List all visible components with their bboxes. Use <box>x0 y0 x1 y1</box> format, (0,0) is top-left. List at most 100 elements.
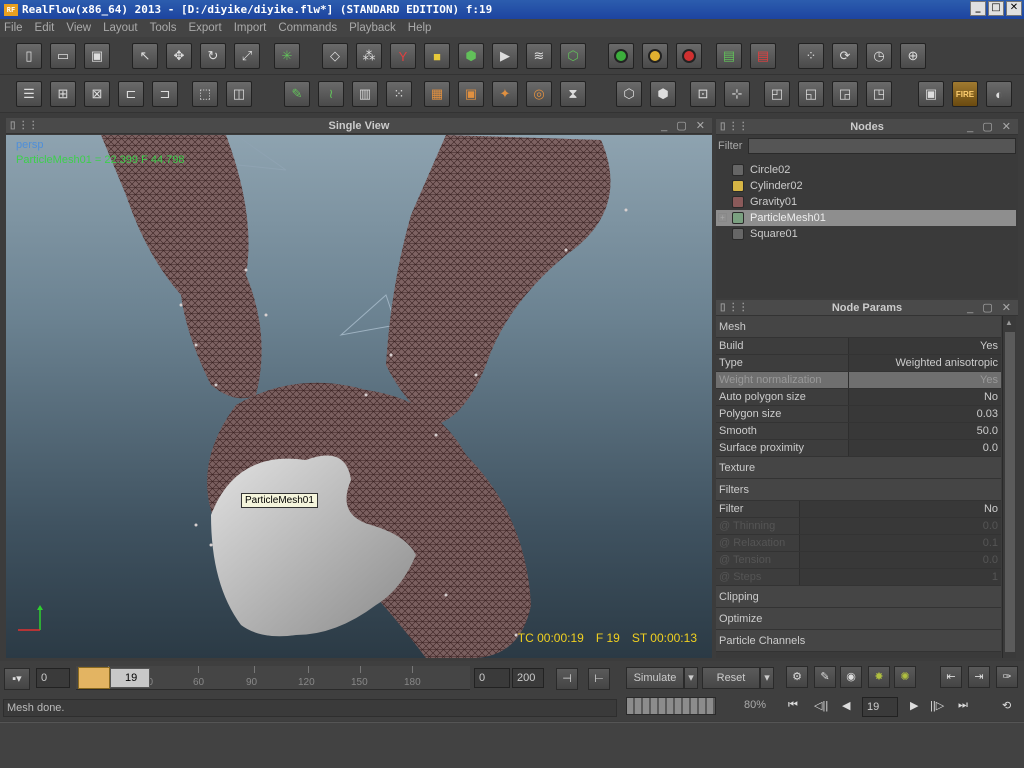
hybrido-icon[interactable]: ◐ <box>986 81 1012 107</box>
cube-wire-icon[interactable]: ⬚ <box>192 81 218 107</box>
3d-viewport[interactable]: persp ParticleMesh01 = 22.399 F 44.798 P… <box>6 135 712 658</box>
menu-help[interactable]: Help <box>408 22 432 34</box>
scene-settings-icon[interactable]: ⚙ <box>786 666 808 688</box>
maximize-button[interactable]: □ <box>988 1 1004 16</box>
panel-controls[interactable]: _ ▢ ✕ <box>967 119 1014 135</box>
relationship-icon[interactable]: ⊐ <box>152 81 178 107</box>
param-polygon-size[interactable]: Polygon size 0.03 <box>716 406 1001 423</box>
notes-icon[interactable]: ✎ <box>284 81 310 107</box>
batch-icon[interactable]: ⟳ <box>832 43 858 69</box>
param-filter[interactable]: Filter No <box>716 501 1001 518</box>
grip-icon[interactable]: ▯ ⋮⋮ <box>10 118 38 134</box>
minimize-button[interactable]: _ <box>970 1 986 16</box>
grip-icon[interactable]: ▯ ⋮⋮ <box>720 300 748 316</box>
param-surface-proximity[interactable]: Surface proximity 0.0 <box>716 440 1001 457</box>
shade-solid-icon[interactable]: ◲ <box>832 81 858 107</box>
menu-file[interactable]: File <box>4 22 23 34</box>
menu-edit[interactable]: Edit <box>35 22 55 34</box>
scroll-up-icon[interactable]: ▲ <box>1005 318 1013 327</box>
section-optimize[interactable]: Optimize <box>716 608 1001 630</box>
sparkle-icon[interactable]: ✺ <box>894 666 916 688</box>
target-icon[interactable]: ◎ <box>526 81 552 107</box>
node-item-particlemesh01[interactable]: + ParticleMesh01 <box>716 210 1016 226</box>
save-icon[interactable]: ▣ <box>84 43 110 69</box>
curve-icon[interactable]: ≀ <box>318 81 344 107</box>
params-scrollbar[interactable]: ▲ <box>1002 316 1016 658</box>
start-frame-field[interactable]: 0 <box>36 668 70 688</box>
menu-view[interactable]: View <box>66 22 91 34</box>
range-end-field[interactable]: 200 <box>512 668 544 688</box>
loop-icon[interactable]: ⟲ <box>1002 699 1011 712</box>
star-icon[interactable]: ✸ <box>868 666 890 688</box>
section-texture[interactable]: Texture <box>716 457 1001 479</box>
hourglass-icon[interactable]: ⧗ <box>560 81 586 107</box>
node-item-cylinder02[interactable]: Cylinder02 <box>716 178 1016 194</box>
add-wave-icon[interactable]: ≋ <box>526 43 552 69</box>
menu-commands[interactable]: Commands <box>278 22 337 34</box>
param-auto-polygon-size[interactable]: Auto polygon size No <box>716 389 1001 406</box>
add-grid-icon[interactable]: ⬡ <box>560 43 586 69</box>
green-status-icon[interactable] <box>608 43 634 69</box>
script-run-icon[interactable]: ⁘ <box>798 43 824 69</box>
simulate-dropdown[interactable]: ▾ <box>684 667 698 689</box>
play-icon[interactable]: ▶ <box>910 699 918 712</box>
add-particles-icon[interactable]: ⁂ <box>356 43 382 69</box>
prev-key-icon[interactable]: ⇤ <box>940 666 962 688</box>
menu-export[interactable]: Export <box>188 22 221 34</box>
frame-field[interactable]: 19 <box>862 697 898 717</box>
frame-all-icon[interactable]: ⊹ <box>724 81 750 107</box>
red-status-icon[interactable] <box>676 43 702 69</box>
view-cube-icon[interactable]: ⬡ <box>616 81 642 107</box>
frame-select-icon[interactable]: ⊡ <box>690 81 716 107</box>
menu-tools[interactable]: Tools <box>150 22 177 34</box>
open-folder-icon[interactable]: ▭ <box>50 43 76 69</box>
range-start-field[interactable]: 0 <box>474 668 510 688</box>
playback-mode-icon[interactable]: ▪▾ <box>4 668 30 690</box>
play-back-icon[interactable]: ◀ <box>842 699 850 712</box>
export-icon[interactable]: ▤ <box>716 43 742 69</box>
next-key-icon[interactable]: ⇥ <box>968 666 990 688</box>
param-weight-normalization[interactable]: Weight normalization Yes <box>716 372 1001 389</box>
render-icon[interactable]: ▣ <box>918 81 944 107</box>
range-left-icon[interactable]: ⊣ <box>556 668 578 690</box>
grip-icon[interactable]: ▯ ⋮⋮ <box>720 119 748 135</box>
view-wire-icon[interactable]: ⬢ <box>650 81 676 107</box>
reset-button[interactable]: Reset <box>702 667 760 689</box>
network-icon[interactable]: ⊕ <box>900 43 926 69</box>
section-filters[interactable]: Filters <box>716 479 1001 501</box>
list-icon[interactable]: ☰ <box>16 81 42 107</box>
add-node-icon[interactable]: ⊞ <box>50 81 76 107</box>
param-type[interactable]: Type Weighted anisotropic <box>716 355 1001 372</box>
scale-icon[interactable]: ⤢ <box>234 43 260 69</box>
new-file-icon[interactable]: ▯ <box>16 43 42 69</box>
link-icon[interactable]: ⊏ <box>118 81 144 107</box>
reset-dropdown[interactable]: ▾ <box>760 667 774 689</box>
add-daemon-icon[interactable]: Y <box>390 43 416 69</box>
frame-view-icon[interactable]: ▣ <box>458 81 484 107</box>
filter-input[interactable] <box>748 138 1016 154</box>
add-emitter-icon[interactable]: ◇ <box>322 43 348 69</box>
shade-cube-icon[interactable]: ◰ <box>764 81 790 107</box>
go-to-end-icon[interactable]: ⏭ <box>958 699 968 712</box>
node-item-gravity01[interactable]: Gravity01 <box>716 194 1016 210</box>
node-item-circle02[interactable]: Circle02 <box>716 162 1016 178</box>
export-disabled-icon[interactable]: ▤ <box>750 43 776 69</box>
section-mesh[interactable]: Mesh <box>716 316 1001 338</box>
shade-wire-icon[interactable]: ◱ <box>798 81 824 107</box>
param-smooth[interactable]: Smooth 50.0 <box>716 423 1001 440</box>
section-particle-channels[interactable]: Particle Channels <box>716 630 1001 652</box>
range-right-icon[interactable]: ⊢ <box>588 668 610 690</box>
menu-layout[interactable]: Layout <box>103 22 138 34</box>
playhead[interactable] <box>78 667 110 689</box>
move-icon[interactable]: ✥ <box>166 43 192 69</box>
book-icon[interactable]: ▥ <box>352 81 378 107</box>
close-button[interactable]: ✕ <box>1006 1 1022 16</box>
panel-controls[interactable]: _ ▢ ✕ <box>661 118 708 134</box>
eye-icon[interactable]: ◉ <box>840 666 862 688</box>
menu-import[interactable]: Import <box>234 22 267 34</box>
wrench-icon[interactable]: ✑ <box>996 666 1018 688</box>
grid-view-icon[interactable]: ▦ <box>424 81 450 107</box>
panel-controls[interactable]: _ ▢ ✕ <box>967 300 1014 316</box>
shade-full-icon[interactable]: ◳ <box>866 81 892 107</box>
scroll-thumb[interactable] <box>1005 332 1015 652</box>
